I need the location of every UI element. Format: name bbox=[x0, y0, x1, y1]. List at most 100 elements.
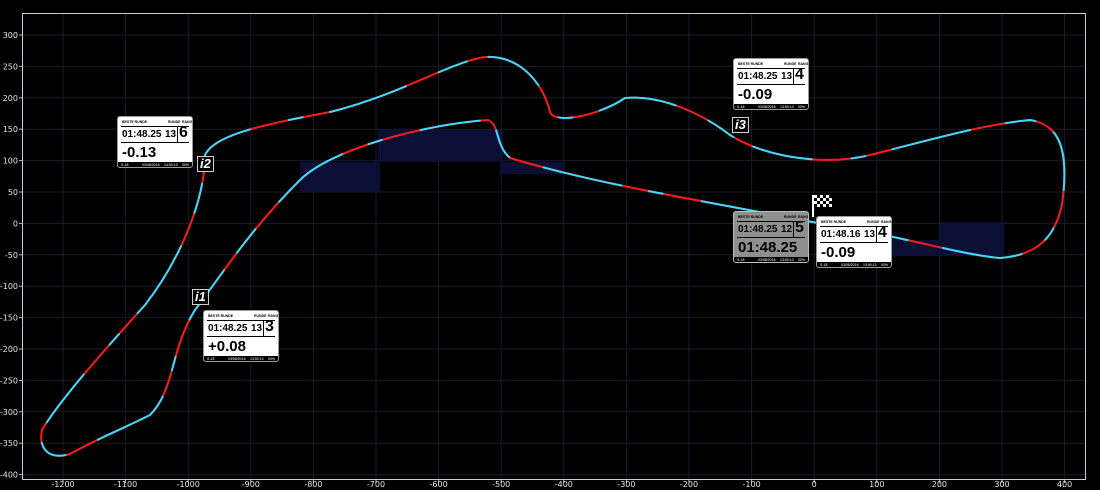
sector-marker-i1[interactable]: i1 bbox=[192, 289, 209, 305]
card-header-best: BESTE RUNDE bbox=[738, 62, 764, 66]
card-best-time: 01:48.25 bbox=[738, 71, 778, 82]
x-tick-label: -100 bbox=[743, 480, 761, 489]
sector-band bbox=[940, 222, 1004, 256]
y-tick-label: -250 bbox=[0, 376, 18, 385]
card-footer-date: 03/08/2016 bbox=[758, 257, 776, 262]
x-tick-label: 200 bbox=[932, 480, 947, 489]
card-header-best: BESTE RUNDE bbox=[208, 314, 234, 318]
y-tick-label: -400 bbox=[0, 471, 18, 480]
card-footer-date: 03/08/2016 bbox=[841, 262, 859, 267]
card-rank: 4 bbox=[878, 224, 887, 241]
y-tick-label: 150 bbox=[3, 125, 18, 134]
card-footer: S-18 03/08/2016 13:50:13 00% bbox=[204, 356, 278, 361]
card-footer-date: 03/08/2016 bbox=[228, 356, 246, 361]
card-header-best: BESTE RUNDE bbox=[122, 120, 148, 124]
card-footer-date: 03/08/2016 bbox=[142, 162, 160, 167]
y-tick-label: -350 bbox=[0, 439, 18, 448]
card-divider bbox=[793, 221, 794, 237]
card-footer-time: 13:50:13 bbox=[863, 262, 877, 267]
card-footer-session: S-18 bbox=[121, 162, 129, 167]
card-header-best: BESTE RUNDE bbox=[738, 215, 764, 219]
card-rank: 6 bbox=[179, 124, 188, 141]
sector-marker-i2[interactable]: i2 bbox=[197, 156, 214, 172]
card-divider bbox=[263, 320, 264, 336]
best-lap-card[interactable]: BESTE RUNDE RUNDE RANG 01:48.25 12 5 01:… bbox=[733, 211, 809, 263]
y-tick-label: 100 bbox=[3, 157, 18, 166]
checkered-flag-icon bbox=[812, 195, 832, 217]
card-lap: 13 bbox=[251, 323, 263, 334]
x-tick-label: -700 bbox=[367, 480, 385, 489]
card-divider bbox=[737, 84, 805, 85]
card-delta: -0.13 bbox=[122, 144, 157, 161]
flag-checker bbox=[814, 195, 832, 207]
track-map[interactable]: -1200 -1100 -1000 -900 -800 -700 -600 -500 -400-… bbox=[0, 0, 1100, 490]
y-tick-label: -150 bbox=[0, 314, 18, 323]
card-divider bbox=[177, 126, 178, 142]
x-tick-label: 300 bbox=[994, 480, 1009, 489]
card-best-time: 01:48.25 bbox=[738, 224, 778, 235]
card-footer: S-18 03/08/2016 13:50:13 00% bbox=[734, 257, 808, 262]
racing-line-slower bbox=[40, 55, 1066, 457]
x-tick-label: -900 bbox=[242, 480, 260, 489]
card-delta: -0.09 bbox=[821, 244, 856, 261]
card-divider bbox=[793, 68, 794, 84]
split-card-i1[interactable]: BESTE RUNDE RUNDE RANG 01:48.25 13 3 +0.… bbox=[203, 310, 279, 362]
card-lap: 12 bbox=[781, 224, 793, 235]
x-tick-label: 0 bbox=[812, 480, 817, 489]
card-footer-percent: 00% bbox=[798, 257, 806, 262]
x-tick-label: -500 bbox=[492, 480, 510, 489]
card-footer-percent: 00% bbox=[881, 262, 889, 267]
y-tick-label: 300 bbox=[3, 31, 18, 40]
x-tick-label: -1100 bbox=[114, 480, 137, 489]
card-divider bbox=[876, 226, 877, 242]
card-divider bbox=[121, 142, 189, 143]
axis-ticks: -1200 -1100 -1000 -900 -800 -700 -600 -500 -400-… bbox=[0, 31, 1072, 489]
card-footer: S-18 03/08/2016 13:50:13 00% bbox=[734, 104, 808, 109]
x-tick-label: -1000 bbox=[177, 480, 200, 489]
split-card-finish[interactable]: BESTE RUNDE RUNDE RANG 01:48.16 13 4 -0.… bbox=[816, 216, 892, 268]
card-header-best: BESTE RUNDE bbox=[821, 220, 847, 224]
card-footer-percent: 00% bbox=[268, 356, 276, 361]
split-card-i3[interactable]: BESTE RUNDE RUNDE RANG 01:48.25 13 4 -0.… bbox=[733, 58, 809, 110]
card-divider bbox=[737, 237, 805, 238]
x-tick-label: -400 bbox=[555, 480, 573, 489]
card-best-time: 01:48.16 bbox=[821, 229, 861, 240]
card-footer: S-18 03/08/2016 13:50:13 00% bbox=[118, 162, 192, 167]
card-rank: 5 bbox=[795, 219, 804, 236]
split-card-i2[interactable]: BESTE RUNDE RUNDE RANG 01:48.25 13 6 -0.… bbox=[117, 116, 193, 168]
card-lap: 13 bbox=[165, 129, 177, 140]
y-tick-label: 250 bbox=[3, 62, 18, 71]
x-tick-label: -800 bbox=[304, 480, 322, 489]
x-tick-label: -600 bbox=[430, 480, 448, 489]
y-tick-label: 0 bbox=[13, 219, 18, 228]
card-footer-session: S-18 bbox=[207, 356, 215, 361]
card-footer-time: 13:50:13 bbox=[780, 257, 794, 262]
card-footer-date: 03/08/2016 bbox=[758, 104, 776, 109]
x-tick-label: 400 bbox=[1057, 480, 1072, 489]
card-best-time: 01:48.25 bbox=[122, 129, 162, 140]
y-tick-label: -50 bbox=[5, 251, 18, 260]
racing-line bbox=[40, 55, 1066, 457]
card-footer-time: 13:50:13 bbox=[164, 162, 178, 167]
y-tick-label: -100 bbox=[0, 282, 18, 291]
card-rank: 4 bbox=[795, 66, 804, 83]
sector-band bbox=[300, 162, 380, 192]
card-footer-session: S-18 bbox=[737, 257, 745, 262]
card-footer-time: 13:50:13 bbox=[250, 356, 264, 361]
card-divider bbox=[820, 242, 888, 243]
y-tick-label: 200 bbox=[3, 94, 18, 103]
card-delta: +0.08 bbox=[208, 338, 246, 355]
card-footer-percent: 00% bbox=[798, 104, 806, 109]
sector-marker-i3[interactable]: i3 bbox=[732, 117, 749, 133]
card-footer-session: S-18 bbox=[820, 262, 828, 267]
card-lap: 13 bbox=[781, 71, 793, 82]
card-footer-session: S-18 bbox=[737, 104, 745, 109]
card-footer-percent: 00% bbox=[182, 162, 190, 167]
card-footer: S-18 03/08/2016 13:50:13 00% bbox=[817, 262, 891, 267]
x-tick-label: 100 bbox=[869, 480, 884, 489]
card-rank: 3 bbox=[265, 318, 274, 335]
y-tick-label: -200 bbox=[0, 345, 18, 354]
card-lap: 13 bbox=[864, 229, 876, 240]
card-lap-time: 01:48.25 bbox=[738, 239, 798, 256]
x-tick-label: -1200 bbox=[51, 480, 74, 489]
